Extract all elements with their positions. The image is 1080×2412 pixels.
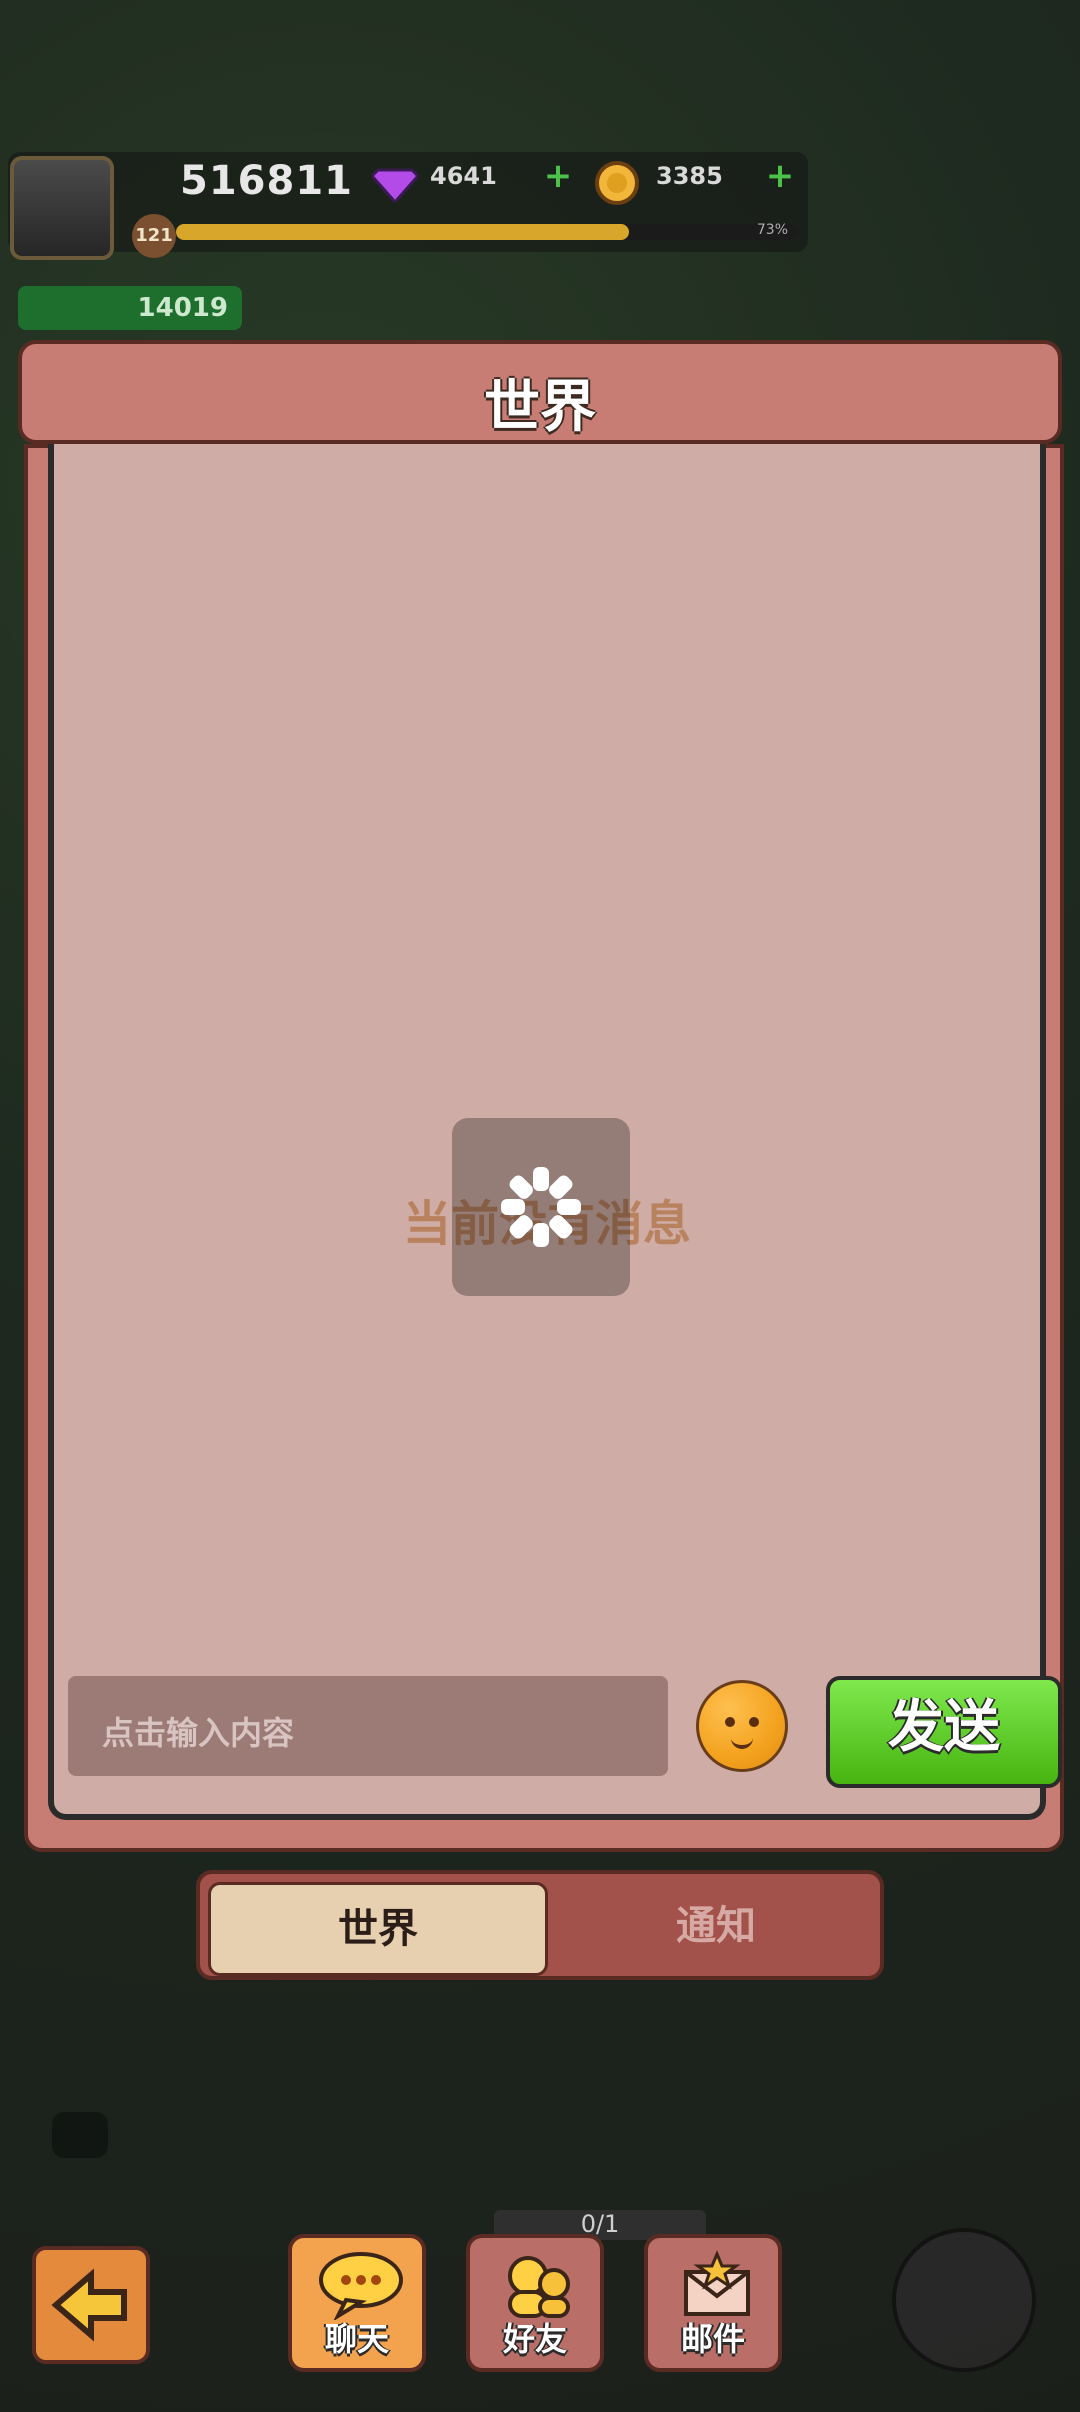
nav-chat-button[interactable]: 聊天 — [288, 2234, 426, 2372]
power-value: 516811 — [180, 158, 353, 204]
nav-chat-label: 聊天 — [324, 2320, 389, 2358]
add-coins-button[interactable]: + — [762, 158, 798, 194]
emoji-eye-left — [725, 1717, 735, 1727]
avatar[interactable] — [10, 156, 114, 260]
coin-icon — [594, 160, 640, 206]
add-gems-button[interactable]: + — [540, 158, 576, 194]
nav-mail-button[interactable]: 邮件 — [644, 2234, 782, 2372]
xp-bar: 73% — [176, 222, 796, 240]
portal-icon[interactable] — [892, 2228, 1036, 2372]
nav-mail-label: 邮件 — [680, 2320, 745, 2358]
bottom-bar: 聊天 好友 邮件 — [0, 2160, 1080, 2412]
input-placeholder: 点击输入内容 — [102, 1714, 295, 1752]
friends-icon — [508, 2256, 570, 2318]
back-arrow-icon — [51, 2268, 127, 2342]
nav-friends-button[interactable]: 好友 — [466, 2234, 604, 2372]
player-level-badge: 121 — [132, 214, 176, 258]
tab-world[interactable]: 世界 — [208, 1882, 548, 1976]
coins-value: 3385 — [656, 162, 723, 190]
tab-notice[interactable]: 通知 — [556, 1882, 876, 1970]
emoji-icon[interactable] — [696, 1680, 788, 1772]
message-input[interactable]: 点击输入内容 — [68, 1676, 668, 1776]
chat-bubble-icon[interactable] — [52, 2112, 108, 2158]
loading-spinner-icon — [452, 1118, 630, 1296]
mail-icon — [684, 2250, 750, 2316]
panel-title: 世界 — [484, 375, 596, 440]
chat-bubble-icon — [319, 2252, 403, 2320]
emoji-mouth — [731, 1735, 753, 1749]
meat-value: 14019 — [18, 286, 242, 330]
chat-tabs: 世界 通知 — [196, 1870, 884, 1980]
back-button[interactable] — [32, 2246, 150, 2364]
nav-friends-label: 好友 — [502, 2320, 567, 2358]
gems-value: 4641 — [430, 162, 497, 190]
gem-icon — [369, 160, 421, 205]
xp-fill — [176, 224, 629, 240]
emoji-eye-right — [749, 1717, 759, 1727]
send-button[interactable]: 发送 — [826, 1676, 1062, 1788]
chat-panel: 世界 当前没有消息 点击输入内容 发送 — [18, 340, 1064, 1860]
panel-header: 世界 — [18, 340, 1062, 444]
xp-percent: 73% — [756, 222, 788, 238]
